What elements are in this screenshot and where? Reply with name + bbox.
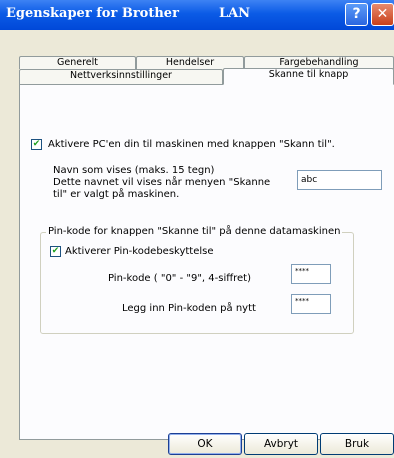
tab-label: Nettverksinnstillinger (70, 70, 172, 81)
close-button[interactable]: ✕ (371, 3, 394, 26)
tab-label: Hendelser (165, 57, 215, 68)
check-icon: ✔ (51, 246, 60, 256)
pin-protection-label: Aktiverer Pin-kodebeskyttelse (65, 246, 214, 257)
tab-label: Generelt (57, 57, 98, 68)
window-title: Egenskaper for Brother LAN (6, 6, 250, 21)
tab-label: Skanne til knapp (268, 69, 349, 80)
tab-generelt[interactable]: Generelt (19, 56, 136, 69)
ok-button[interactable]: OK (168, 433, 242, 455)
display-name-input[interactable]: abc (297, 170, 382, 190)
help-button[interactable]: ? (345, 3, 368, 26)
enable-scan-to-label: Aktivere PC'en din til maskinen med knap… (48, 139, 335, 150)
help-icon: ? (352, 6, 361, 22)
name-label-line2: Dette navnet vil vises når menyen "Skann… (53, 177, 271, 188)
pin-confirm-label: Legg inn Pin-koden på nytt (122, 303, 256, 314)
close-icon: ✕ (376, 6, 389, 22)
pin-confirm-input[interactable]: **** (291, 294, 331, 314)
tab-skanne-til-knapp[interactable]: Skanne til knapp (223, 68, 394, 85)
enable-scan-to-checkbox[interactable]: ✔ (31, 139, 42, 150)
pin-code-label: Pin-kode ( "0" - "9", 4-siffret) (108, 273, 252, 284)
check-icon: ✔ (32, 139, 41, 149)
apply-button[interactable]: Bruk (320, 433, 394, 455)
pin-code-input[interactable]: **** (291, 264, 331, 284)
name-label-line3: til" er valgt på maskinen. (53, 189, 180, 200)
tab-nettverksinnstillinger[interactable]: Nettverksinnstillinger (19, 69, 223, 84)
name-label-line1: Navn som vises (maks. 15 tegn) (53, 165, 215, 176)
pin-protection-checkbox[interactable]: ✔ (50, 246, 61, 257)
window-title-port: LAN (218, 6, 251, 21)
cancel-button[interactable]: Avbryt (244, 433, 318, 455)
pin-group-legend: Pin-kode for knappen "Skanne til" på den… (46, 226, 343, 237)
window-title-main: Egenskaper for Brother (6, 6, 179, 21)
title-bar: Egenskaper for Brother LAN ? ✕ (0, 0, 394, 30)
tab-label: Fargebehandling (279, 57, 359, 68)
